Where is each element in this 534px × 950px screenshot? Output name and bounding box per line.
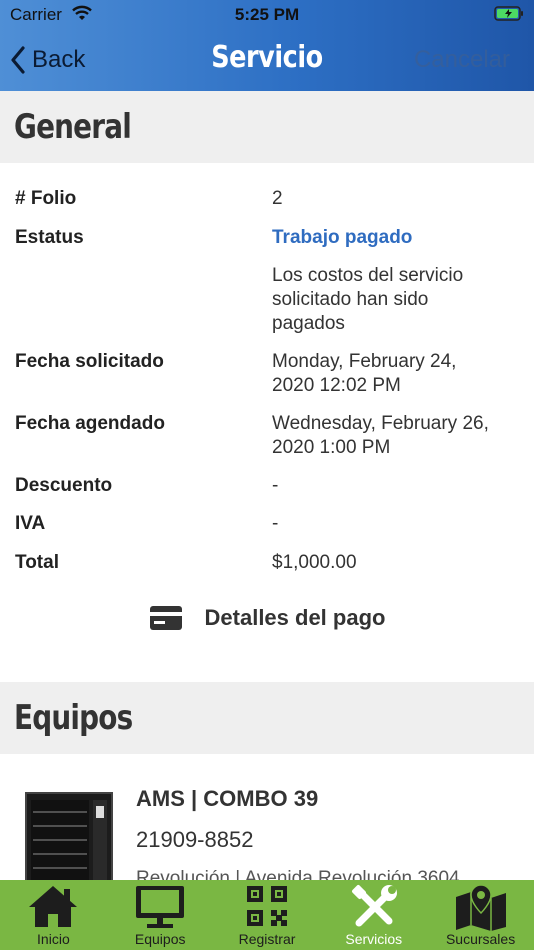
row-value: Wednesday, February 26, 2020 1:00 PM (272, 413, 489, 458)
map-icon (454, 883, 508, 934)
monitor-icon (133, 883, 187, 932)
row-label: # Folio (15, 188, 77, 209)
navigation-bar: Back Servicio Cancelar (0, 30, 534, 91)
row-value: $1,000.00 (272, 552, 357, 573)
row-label: Total (15, 552, 59, 573)
home-icon (26, 883, 80, 932)
row-label: Descuento (15, 475, 113, 496)
tab-bar: Inicio Equipos Registrar Servicios Sucur… (0, 880, 534, 950)
row-label: Fecha solicitado (15, 351, 164, 372)
tab-registrar[interactable]: Registrar (214, 880, 321, 950)
general-heading: General (14, 107, 132, 147)
chevron-left-icon (11, 46, 25, 74)
tab-sucursales[interactable]: Sucursales (427, 880, 534, 950)
tab-label: Sucursales (445, 931, 516, 947)
battery-icon (494, 6, 524, 26)
general-section-header: General (0, 91, 534, 163)
row-label: Estatus (15, 227, 84, 248)
tab-label: Equipos (134, 931, 186, 947)
equipment-card[interactable]: AMS | COMBO 39 21909-8852 Revolución | A… (0, 770, 534, 882)
tab-label: Servicios (345, 931, 403, 947)
tools-icon (349, 883, 399, 934)
tab-servicios[interactable]: Servicios (320, 880, 427, 950)
row-label: IVA (15, 513, 46, 534)
tab-label: Registrar (238, 931, 296, 947)
qr-code-icon (244, 883, 290, 932)
row-value: - (272, 475, 279, 496)
tab-inicio[interactable]: Inicio (0, 880, 107, 950)
equipos-section-header: Equipos (0, 682, 534, 754)
status-description: Los costos del servicio solicitado han s… (272, 265, 464, 334)
vending-machine-image (25, 792, 113, 882)
status-link[interactable]: Trabajo pagado (272, 226, 517, 250)
payment-details-button[interactable]: Detalles del pago (0, 596, 534, 640)
clock: 5:25 PM (234, 5, 300, 24)
top-bar: Carrier 5:25 PM Back Servicio Cancelar (0, 0, 534, 91)
row-value: Monday, February 24, 2020 12:02 PM (272, 351, 457, 396)
row-value: 2 (272, 188, 283, 209)
equipos-heading: Equipos (14, 698, 133, 738)
row-value: - (272, 513, 279, 534)
payment-details-label: Detalles del pago (204, 605, 386, 630)
tab-label: Inicio (37, 931, 70, 947)
row-label: Fecha agendado (15, 413, 165, 434)
status-bar: Carrier 5:25 PM (0, 0, 534, 30)
equipment-title: AMS | COMBO 39 (136, 786, 319, 811)
credit-card-icon (149, 606, 182, 630)
equipment-serial: 21909-8852 (136, 827, 254, 852)
tab-equipos[interactable]: Equipos (107, 880, 214, 950)
cancel-button[interactable]: Cancelar (414, 46, 510, 74)
